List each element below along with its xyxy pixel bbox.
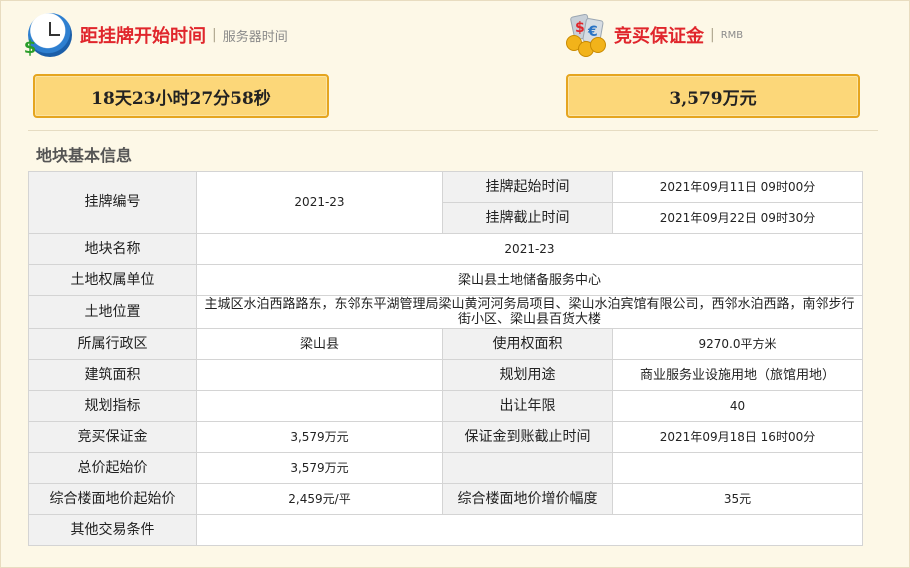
floor-increment-value: 35元	[612, 483, 863, 515]
term-value: 40	[612, 390, 863, 422]
planning-index-label: 规划指标	[28, 390, 197, 422]
clock-dollar-icon: $	[24, 13, 72, 58]
listing-no-value: 2021-23	[196, 171, 443, 234]
deposit-label: 竞买保证金	[28, 421, 197, 453]
floor-price-label: 综合楼面地价起始价	[28, 483, 197, 515]
location-label: 土地位置	[28, 295, 197, 329]
parcel-info-table: 挂牌编号 2021-23 挂牌起始时间 2021年09月11日 09时00分 挂…	[28, 171, 863, 546]
planned-use-label: 规划用途	[442, 359, 613, 391]
deposit-title: 竞买保证金	[614, 26, 704, 47]
blank-value	[612, 452, 863, 484]
district-value: 梁山县	[196, 328, 443, 360]
money-icon: $ €	[562, 13, 608, 57]
floor-increment-label: 综合楼面地价增价幅度	[442, 483, 613, 515]
owner-value: 梁山县土地储备服务中心	[196, 264, 863, 296]
planning-index-value	[196, 390, 443, 422]
building-area-label: 建筑面积	[28, 359, 197, 391]
district-label: 所属行政区	[28, 328, 197, 360]
end-time-value: 2021年09月22日 09时30分	[612, 202, 863, 234]
area-label: 使用权面积	[442, 328, 613, 360]
parcel-name-value: 2021-23	[196, 233, 863, 265]
floor-price-value: 2,459元/平	[196, 483, 443, 515]
area-value: 9270.0平方米	[612, 328, 863, 360]
deposit-header: $ € 竞买保证金 | RMB	[562, 8, 743, 62]
header-divider	[28, 130, 878, 131]
deposit-currency: RMB	[720, 29, 744, 41]
countdown-subtitle: 服务器时间	[222, 29, 288, 45]
deposit-table-value: 3,579万元	[196, 421, 443, 453]
parcel-name-label: 地块名称	[28, 233, 197, 265]
blank-label	[442, 452, 613, 484]
building-area-value	[196, 359, 443, 391]
owner-label: 土地权属单位	[28, 264, 197, 296]
start-time-label: 挂牌起始时间	[442, 171, 613, 203]
term-label: 出让年限	[442, 390, 613, 422]
deposit-value: 3,579万元	[566, 74, 860, 118]
other-conditions-value	[196, 514, 863, 546]
location-value: 主城区水泊西路路东，东邻东平湖管理局梁山黄河河务局项目、梁山水泊宾馆有限公司，西…	[196, 295, 863, 329]
countdown-header: $ 距挂牌开始时间 | 服务器时间	[24, 8, 288, 62]
countdown-value: 18天23小时27分58秒	[33, 74, 329, 118]
section-title: 地块基本信息	[36, 146, 133, 165]
planned-use-value: 商业服务业设施用地（旅馆用地）	[612, 359, 863, 391]
deposit-deadline-label: 保证金到账截止时间	[442, 421, 613, 453]
total-start-price-value: 3,579万元	[196, 452, 443, 484]
end-time-label: 挂牌截止时间	[442, 202, 613, 234]
listing-no-label: 挂牌编号	[28, 171, 197, 234]
countdown-title: 距挂牌开始时间	[80, 26, 206, 47]
deposit-deadline-value: 2021年09月18日 16时00分	[612, 421, 863, 453]
total-start-price-label: 总价起始价	[28, 452, 197, 484]
other-conditions-label: 其他交易条件	[28, 514, 197, 546]
start-time-value: 2021年09月11日 09时00分	[612, 171, 863, 203]
